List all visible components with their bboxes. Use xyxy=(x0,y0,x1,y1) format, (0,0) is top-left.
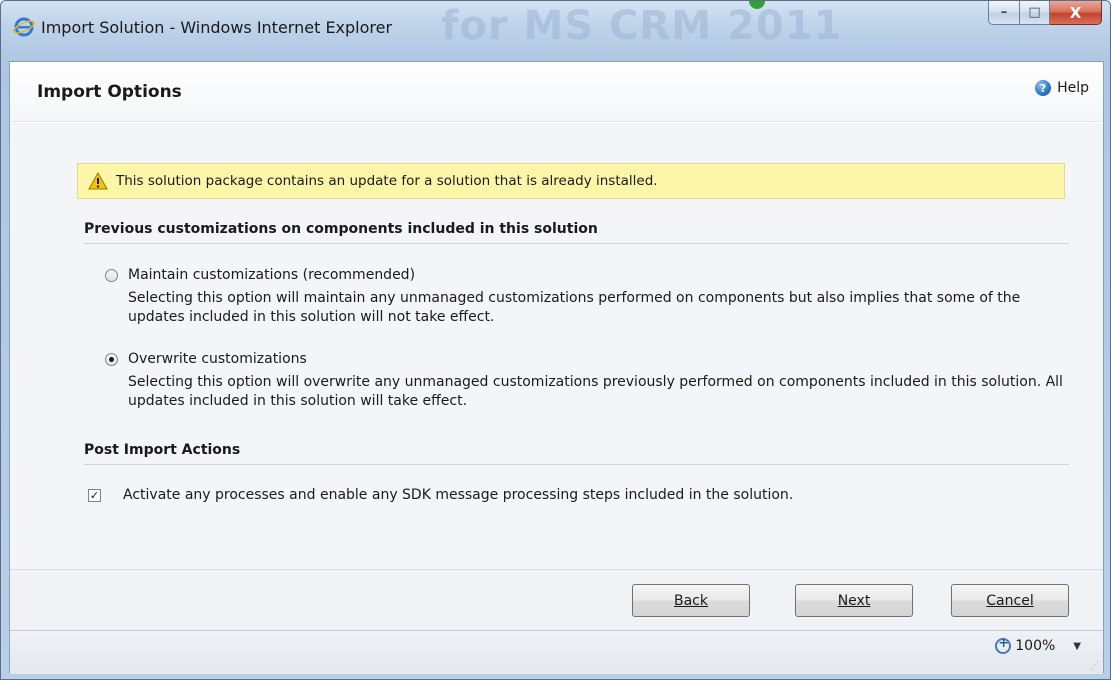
internet-explorer-icon xyxy=(13,17,35,37)
maintain-customizations-description: Selecting this option will maintain any … xyxy=(128,290,1021,325)
chevron-down-icon[interactable]: ▼ xyxy=(1073,641,1081,652)
zoom-icon xyxy=(995,636,1012,654)
status-bar: 100% ▼ ⋰ xyxy=(10,630,1103,674)
help-label: Help xyxy=(1057,80,1089,96)
option-maintain-customizations: Maintain customizations (recommended) Se… xyxy=(105,267,1065,327)
window-controls: – □ X xyxy=(988,1,1102,25)
maximize-button[interactable]: □ xyxy=(1020,1,1050,25)
dialog-header: Import Options ? Help xyxy=(10,62,1103,122)
import-options-content: This solution package contains an update… xyxy=(10,123,1103,569)
overwrite-customizations-description: Selecting this option will overwrite any… xyxy=(128,374,1063,409)
warning-text: This solution package contains an update… xyxy=(116,173,658,189)
next-button-label: Next xyxy=(837,592,871,609)
next-button[interactable]: Next xyxy=(795,584,913,617)
help-circle-icon: ? xyxy=(1035,80,1052,96)
title-bar[interactable]: for MS CRM 2011 Import Solution - Window… xyxy=(1,1,1110,61)
warning-triangle-icon xyxy=(88,172,108,190)
help-link[interactable]: ? Help xyxy=(1035,80,1089,96)
back-button[interactable]: Back xyxy=(632,584,750,617)
minimize-button[interactable]: – xyxy=(988,1,1020,25)
maintain-customizations-label[interactable]: Maintain customizations (recommended) xyxy=(128,267,415,283)
dialog-footer: Back Next Cancel xyxy=(10,569,1103,630)
back-button-label: Back xyxy=(674,592,708,609)
watermark-text: for MS CRM 2011 xyxy=(441,3,843,49)
zoom-level: 100% xyxy=(1015,638,1056,654)
maintain-customizations-radio[interactable] xyxy=(105,268,118,282)
option-overwrite-customizations: Overwrite customizations Selecting this … xyxy=(105,351,1065,411)
zoom-control[interactable]: 100% ▼ xyxy=(995,636,1081,654)
close-button[interactable]: X xyxy=(1050,1,1102,25)
cancel-button[interactable]: Cancel xyxy=(951,584,1069,617)
overwrite-customizations-radio[interactable] xyxy=(105,352,118,366)
customizations-heading: Previous customizations on components in… xyxy=(84,221,1069,244)
activate-processes-label[interactable]: Activate any processes and enable any SD… xyxy=(123,487,793,503)
activate-processes-row: ✓ Activate any processes and enable any … xyxy=(88,487,793,503)
overwrite-customizations-label[interactable]: Overwrite customizations xyxy=(128,351,307,367)
window-title: Import Solution - Windows Internet Explo… xyxy=(41,18,393,37)
warning-banner: This solution package contains an update… xyxy=(77,163,1065,199)
resize-grip-icon[interactable]: ⋰ xyxy=(1090,661,1100,671)
activate-processes-checkbox[interactable]: ✓ xyxy=(88,488,101,502)
dialog-client-area: Import Options ? Help This solution pack… xyxy=(9,61,1104,674)
page-title: Import Options xyxy=(37,82,182,102)
post-import-heading: Post Import Actions xyxy=(84,442,1069,465)
ie-window: for MS CRM 2011 Import Solution - Window… xyxy=(0,0,1111,680)
cancel-button-label: Cancel xyxy=(986,592,1034,609)
